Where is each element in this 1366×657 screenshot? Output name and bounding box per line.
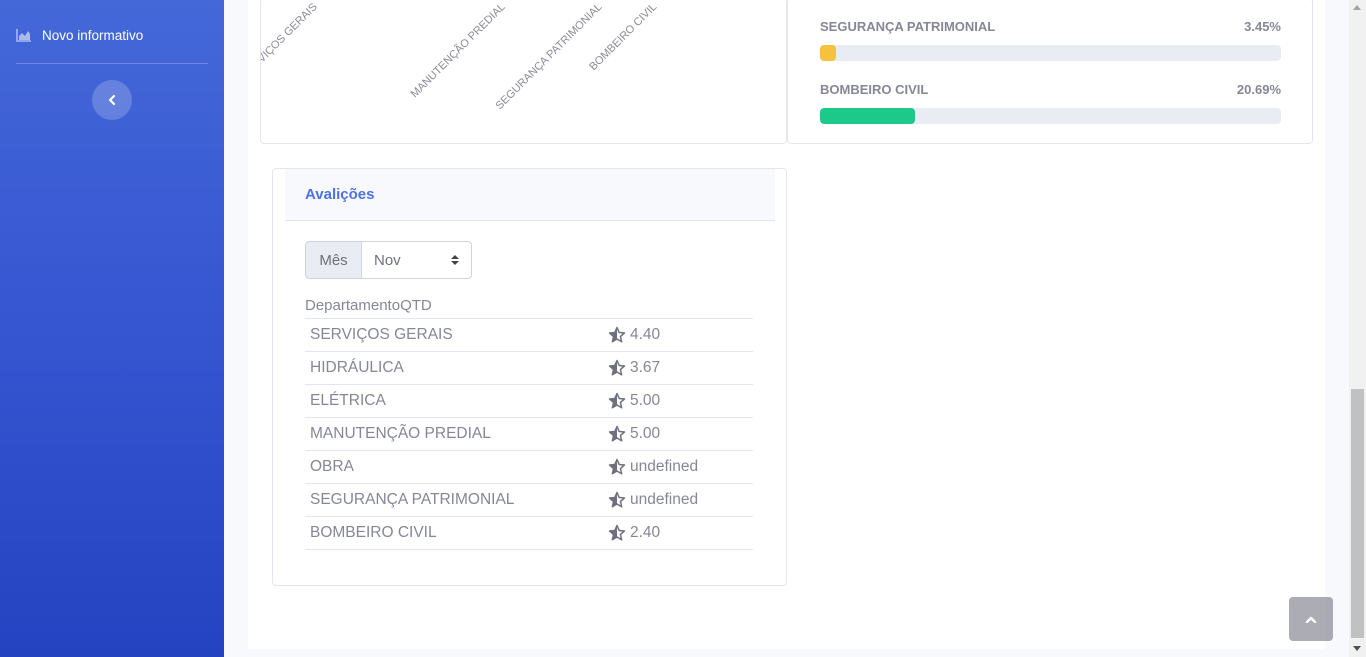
chevron-left-icon xyxy=(108,94,116,106)
progress-item: SEGURANÇA PATRIMONIAL 3.45% xyxy=(820,19,1281,61)
departamento-cell: BOMBEIRO CIVIL xyxy=(310,524,437,541)
sidebar: Novo informativo xyxy=(0,0,224,657)
star-half-icon xyxy=(608,359,626,376)
departamento-cell: HIDRÁULICA xyxy=(310,359,404,376)
progress-percent: 3.45% xyxy=(1244,19,1281,34)
star-half-icon xyxy=(608,326,626,343)
qtd-cell: 5.00 xyxy=(608,392,660,410)
x-tick-label: SERVIÇOS GERAIS xyxy=(260,1,320,82)
scrollbar[interactable] xyxy=(1349,0,1366,657)
qtd-value: 3.67 xyxy=(630,359,661,376)
progress-bar xyxy=(820,108,916,124)
qtd-cell: 2.40 xyxy=(608,524,660,542)
departamento-cell: OBRA xyxy=(310,458,354,475)
sidebar-item-label: Novo informativo xyxy=(42,27,144,43)
table-row: SERVIÇOS GERAIS 4.40 xyxy=(305,319,753,352)
scroll-to-top-button[interactable] xyxy=(1289,597,1333,641)
qtd-cell: 3.67 xyxy=(608,359,660,377)
card-title: Avalições xyxy=(305,186,375,203)
table-row: OBRA undefined xyxy=(305,451,753,484)
star-half-icon xyxy=(608,524,626,541)
qtd-value: undefined xyxy=(630,491,699,508)
sidebar-item-novo-informativo[interactable]: Novo informativo xyxy=(16,22,143,48)
progress-label: BOMBEIRO CIVIL xyxy=(820,82,929,97)
progress-card: SEGURANÇA PATRIMONIAL 3.45% BOMBEIRO CIV… xyxy=(787,0,1313,144)
star-half-icon xyxy=(608,491,626,508)
star-half-icon xyxy=(608,425,626,442)
progress-bar xyxy=(820,45,836,61)
column-header: QTD xyxy=(400,297,432,314)
qtd-value: 4.40 xyxy=(630,326,661,343)
area-chart-icon xyxy=(16,29,31,42)
chevron-up-icon xyxy=(1305,616,1317,623)
column-header: Departamento xyxy=(305,297,401,314)
qtd-cell: 4.40 xyxy=(608,326,660,344)
progress-track xyxy=(820,108,1281,124)
avaliacoes-table: Departamento QTD SERVIÇOS GERAIS 4.40 HIDRÁ… xyxy=(305,297,753,550)
x-tick-label: MANUTENÇÃO PREDIAL xyxy=(408,1,508,101)
qtd-value: 5.00 xyxy=(630,425,661,442)
star-half-icon xyxy=(608,458,626,475)
departamento-cell: MANUTENÇÃO PREDIAL xyxy=(310,425,491,442)
departamento-cell: ELÉTRICA xyxy=(310,392,386,409)
qtd-value: 2.40 xyxy=(630,524,661,541)
avaliacoes-card: Avalições Mês Nov Departamento QTD SERVIÇ… xyxy=(272,168,787,586)
qtd-cell: 5.00 xyxy=(608,425,660,443)
table-header: Departamento QTD xyxy=(305,297,753,319)
star-half-icon xyxy=(608,392,626,409)
progress-label: SEGURANÇA PATRIMONIAL xyxy=(820,19,996,34)
qtd-cell: undefined xyxy=(608,458,698,476)
table-row: ELÉTRICA 5.00 xyxy=(305,385,753,418)
scroll-down-arrow-icon[interactable] xyxy=(1353,646,1361,651)
scrollbar-thumb[interactable] xyxy=(1351,389,1364,638)
departamento-cell: SEGURANÇA PATRIMONIAL xyxy=(310,491,515,508)
scroll-up-arrow-icon[interactable] xyxy=(1353,5,1361,10)
qtd-cell: undefined xyxy=(608,491,698,509)
x-tick-label: SEGURANÇA PATRIMONIAL xyxy=(493,1,605,113)
table-row: SEGURANÇA PATRIMONIAL undefined xyxy=(305,484,753,517)
card-header: Avalições xyxy=(285,169,775,221)
progress-track xyxy=(820,45,1281,61)
qtd-value: 5.00 xyxy=(630,392,661,409)
chart-card: SERVIÇOS GERAIS MANUTENÇÃO PREDIAL SEGUR… xyxy=(260,0,787,144)
qtd-value: undefined xyxy=(630,458,699,475)
progress-item: BOMBEIRO CIVIL 20.69% xyxy=(820,82,1281,124)
table-row: HIDRÁULICA 3.67 xyxy=(305,352,753,385)
table-row: MANUTENÇÃO PREDIAL 5.00 xyxy=(305,418,753,451)
sidebar-toggle-button[interactable] xyxy=(92,80,132,120)
departamento-cell: SERVIÇOS GERAIS xyxy=(310,326,453,343)
table-row: BOMBEIRO CIVIL 2.40 xyxy=(305,517,753,550)
month-prepend-label: Mês xyxy=(305,241,361,279)
sidebar-divider xyxy=(16,63,208,64)
month-filter: Mês Nov xyxy=(305,241,472,279)
month-select[interactable]: Nov xyxy=(361,241,472,279)
progress-percent: 20.69% xyxy=(1236,82,1281,97)
select-caret-icon xyxy=(451,255,459,265)
month-select-value: Nov xyxy=(374,251,401,269)
